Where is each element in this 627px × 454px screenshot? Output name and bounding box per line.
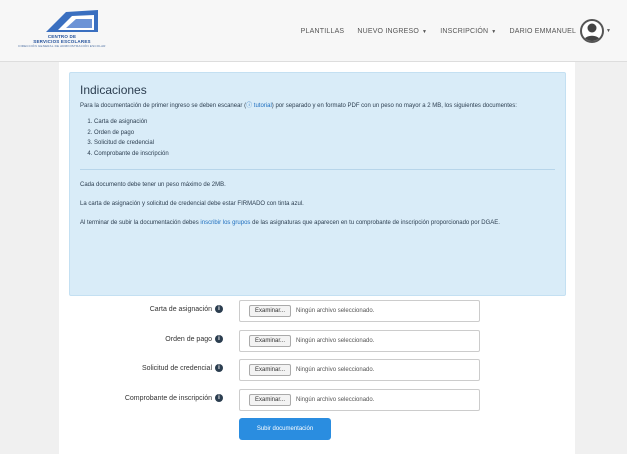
file-input[interactable]: Examinar... Ningún archivo seleccionado.	[239, 359, 480, 381]
logo-mark-icon	[46, 10, 98, 32]
note-size: Cada documento debe tener un peso máximo…	[80, 182, 226, 188]
info-icon[interactable]: i	[215, 305, 223, 313]
file-status: Ningún archivo seleccionado.	[296, 367, 375, 373]
info-icon[interactable]: i	[215, 394, 223, 402]
info-icon[interactable]: i	[215, 364, 223, 372]
nav-menu: PLANTILLAS NUEVO INGRESO ▼ INSCRIPCIÓN ▼ D…	[288, 18, 611, 44]
file-input[interactable]: Examinar... Ningún archivo seleccionado.	[239, 389, 480, 411]
file-row-orden: Orden de pago i Examinar... Ningún archiv…	[59, 330, 575, 352]
indications-alert: Indicaciones Para la documentación de pr…	[69, 72, 566, 296]
file-row-carta: Carta de asignación i Examinar... Ningún …	[59, 300, 575, 322]
documents-list: Carta de asignación Orden de pago Solici…	[94, 117, 555, 159]
user-menu[interactable]: DARIO EMMANUEL	[509, 28, 576, 35]
field-label: Solicitud de credencial i	[142, 364, 223, 372]
note-final: Al terminar de subir la documentación de…	[80, 220, 500, 226]
file-status: Ningún archivo seleccionado.	[296, 397, 375, 403]
nav-item-label: INSCRIPCIÓN	[440, 27, 489, 35]
user-icon	[584, 23, 601, 41]
tutorial-link[interactable]: ⓘ tutorial	[246, 103, 272, 109]
list-item: Orden de pago	[94, 128, 555, 139]
logo[interactable]: CENTRO DE SERVICIOS ESCOLARES DIRECCIÓN …	[6, 10, 118, 52]
user-name: DARIO EMMANUEL	[509, 27, 577, 35]
nav-item-label: NUEVO INGRESO	[357, 27, 420, 35]
field-label: Carta de asignación i	[150, 305, 223, 313]
nav-item-inscripcion[interactable]: INSCRIPCIÓN ▼	[440, 28, 496, 35]
upload-card: Indicaciones Para la documentación de pr…	[59, 62, 575, 454]
file-input[interactable]: Examinar... Ningún archivo seleccionado.	[239, 330, 480, 352]
file-input[interactable]: Examinar... Ningún archivo seleccionado.	[239, 300, 480, 322]
enroll-groups-link[interactable]: inscribir los grupos	[200, 220, 250, 226]
file-row-solicitud: Solicitud de credencial i Examinar... Nin…	[59, 359, 575, 381]
nav-item-nuevo-ingreso[interactable]: NUEVO INGRESO ▼	[357, 28, 427, 35]
divider	[80, 169, 555, 170]
browse-button[interactable]: Examinar...	[249, 305, 292, 317]
caret-down-icon: ▼	[491, 28, 497, 35]
nav-item-label: PLANTILLAS	[300, 27, 345, 35]
browse-button[interactable]: Examinar...	[249, 364, 292, 376]
field-label: Comprobante de inscripción i	[125, 394, 223, 402]
logo-text: CENTRO DE SERVICIOS ESCOLARES DIRECCIÓN …	[18, 34, 106, 48]
note-signed: La carta de asignación y solicitud de cr…	[80, 201, 304, 207]
list-item: Comprobante de inscripción	[94, 149, 555, 160]
field-label: Orden de pago i	[165, 335, 223, 343]
indications-title: Indicaciones	[80, 83, 147, 97]
indications-intro: Para la documentación de primer ingreso …	[80, 103, 517, 109]
info-icon: ⓘ	[246, 103, 254, 109]
upload-documents-button[interactable]: Subir documentación	[239, 418, 331, 440]
list-item: Carta de asignación	[94, 117, 555, 128]
caret-down-icon: ▼	[422, 28, 428, 35]
browse-button[interactable]: Examinar...	[249, 394, 292, 406]
file-status: Ningún archivo seleccionado.	[296, 338, 375, 344]
nav-item-plantillas[interactable]: PLANTILLAS	[301, 28, 345, 35]
avatar[interactable]	[580, 19, 605, 43]
browse-button[interactable]: Examinar...	[249, 335, 292, 347]
caret-down-icon[interactable]: ▼	[606, 28, 611, 34]
navbar: CENTRO DE SERVICIOS ESCOLARES DIRECCIÓN …	[0, 0, 627, 62]
file-status: Ningún archivo seleccionado.	[296, 308, 375, 314]
file-row-comprobante: Comprobante de inscripción i Examinar... …	[59, 389, 575, 411]
info-icon[interactable]: i	[215, 335, 223, 343]
list-item: Solicitud de credencial	[94, 138, 555, 149]
